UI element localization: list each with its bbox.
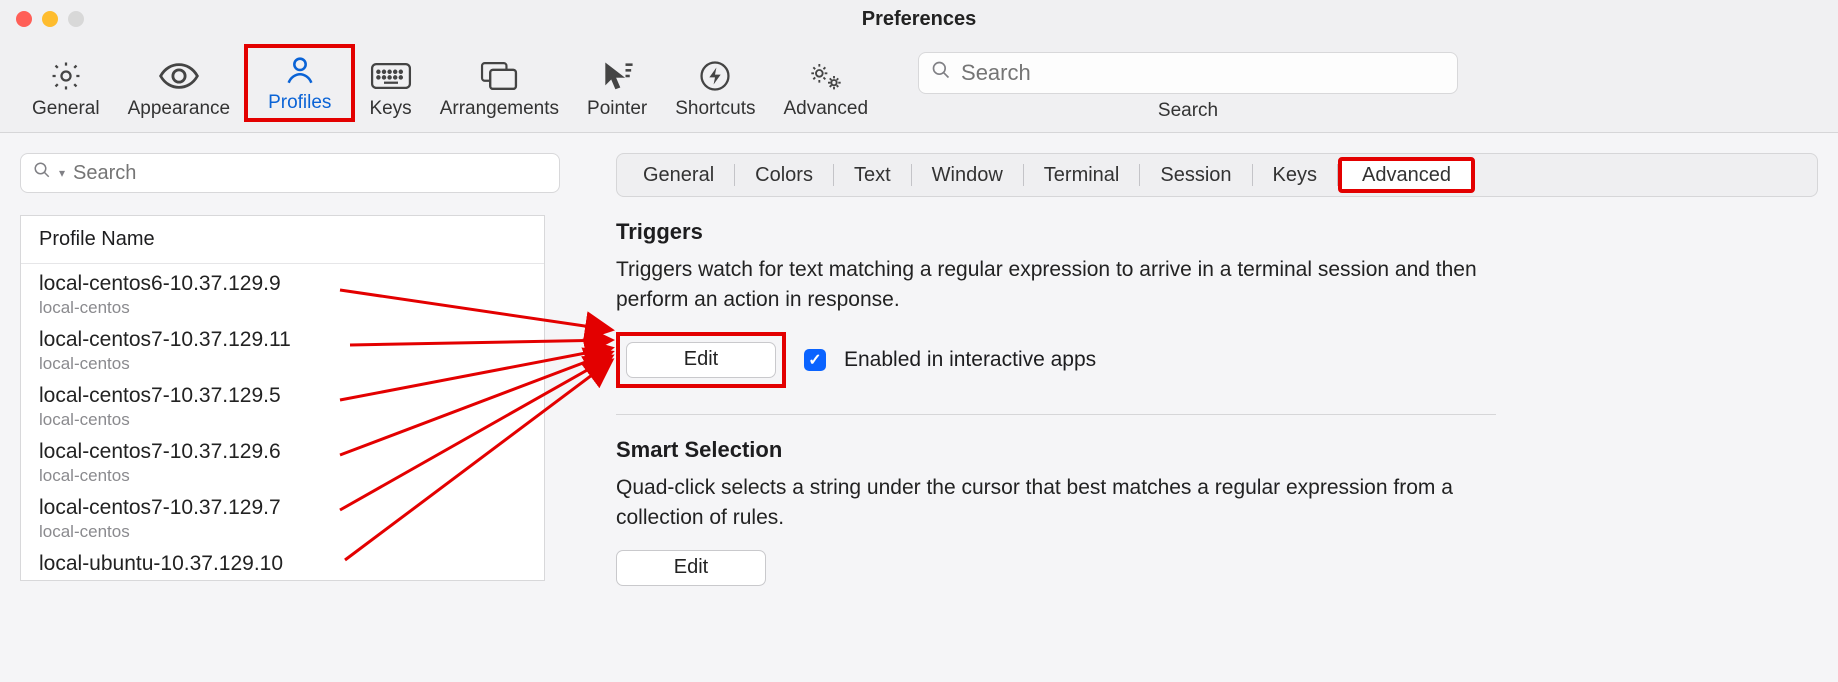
toolbar: General Appearance Profiles Keys Arrange… xyxy=(0,38,1838,133)
tab-appearance[interactable]: Appearance xyxy=(114,54,244,122)
close-window-button[interactable] xyxy=(16,11,32,27)
search-icon xyxy=(33,161,51,185)
gears-icon xyxy=(806,58,846,94)
smart-title: Smart Selection xyxy=(616,437,1818,463)
profile-name: local-centos7-10.37.129.6 xyxy=(39,440,526,464)
window-title: Preferences xyxy=(0,8,1838,31)
tab-label: Pointer xyxy=(587,98,647,120)
search-icon xyxy=(931,60,951,86)
windows-icon xyxy=(480,58,518,94)
profile-tag: local-centos xyxy=(39,298,526,318)
chevron-down-icon[interactable]: ▾ xyxy=(59,166,65,180)
triggers-desc: Triggers watch for text matching a regul… xyxy=(616,255,1496,316)
profile-name: local-centos7-10.37.129.5 xyxy=(39,384,526,408)
zoom-window-button[interactable] xyxy=(68,11,84,27)
window-controls xyxy=(16,11,84,27)
tab-label: Appearance xyxy=(128,98,230,120)
edit-button-highlight: Edit xyxy=(616,332,786,388)
subtab-session[interactable]: Session xyxy=(1140,157,1251,193)
tab-advanced[interactable]: Advanced xyxy=(770,54,883,122)
subtab-text[interactable]: Text xyxy=(834,157,911,193)
triggers-edit-button[interactable]: Edit xyxy=(626,342,776,378)
profile-search-input[interactable] xyxy=(73,162,547,185)
person-icon xyxy=(283,52,317,88)
subtab-colors[interactable]: Colors xyxy=(735,157,833,193)
tab-label: Shortcuts xyxy=(675,98,755,120)
table-row[interactable]: local-centos7-10.37.129.5 local-centos xyxy=(21,376,544,432)
toolbar-search-input[interactable] xyxy=(961,60,1445,86)
toolbar-search-wrap: Search xyxy=(918,52,1458,122)
tab-shortcuts[interactable]: Shortcuts xyxy=(661,54,769,122)
subtab-advanced[interactable]: Advanced xyxy=(1338,157,1475,193)
tab-profiles-highlight: Profiles xyxy=(244,44,355,122)
pointer-icon xyxy=(599,58,635,94)
table-row[interactable]: local-ubuntu-10.37.129.10 xyxy=(21,544,544,580)
toolbar-search-field[interactable] xyxy=(918,52,1458,94)
subtab-window[interactable]: Window xyxy=(912,157,1023,193)
profile-tag: local-centos xyxy=(39,522,526,542)
profile-name: local-centos7-10.37.129.11 xyxy=(39,328,526,352)
profile-name: local-ubuntu-10.37.129.10 xyxy=(39,552,526,576)
divider xyxy=(616,414,1496,415)
profile-name: local-centos6-10.37.129.9 xyxy=(39,272,526,296)
table-row[interactable]: local-centos7-10.37.129.11 local-centos xyxy=(21,320,544,376)
table-row[interactable]: local-centos7-10.37.129.7 local-centos xyxy=(21,488,544,544)
profile-tag: local-centos xyxy=(39,354,526,374)
profile-name: local-centos7-10.37.129.7 xyxy=(39,496,526,520)
gear-icon xyxy=(49,58,83,94)
tab-profiles[interactable]: Profiles xyxy=(258,52,341,114)
tab-general[interactable]: General xyxy=(18,54,114,122)
tab-label: General xyxy=(32,98,100,120)
subtab-general[interactable]: General xyxy=(623,157,734,193)
right-panel: General Colors Text Window Terminal Sess… xyxy=(570,133,1838,675)
subtab-terminal[interactable]: Terminal xyxy=(1024,157,1140,193)
tab-arrangements[interactable]: Arrangements xyxy=(426,54,573,122)
triggers-title: Triggers xyxy=(616,219,1818,245)
profile-subtabs: General Colors Text Window Terminal Sess… xyxy=(616,153,1818,197)
bolt-icon xyxy=(698,58,732,94)
tab-pointer[interactable]: Pointer xyxy=(573,54,661,122)
left-panel: ▾ Profile Name local-centos6-10.37.129.9… xyxy=(0,133,570,675)
eye-icon xyxy=(158,58,200,94)
tab-label: Keys xyxy=(369,98,411,120)
tab-label: Arrangements xyxy=(440,98,559,120)
smart-edit-button[interactable]: Edit xyxy=(616,550,766,586)
minimize-window-button[interactable] xyxy=(42,11,58,27)
smart-desc: Quad-click selects a string under the cu… xyxy=(616,473,1496,534)
toolbar-search-label: Search xyxy=(1158,100,1218,122)
profile-tag: local-centos xyxy=(39,466,526,486)
tab-label: Advanced xyxy=(784,98,869,120)
profile-tag: local-centos xyxy=(39,410,526,430)
profile-table: Profile Name local-centos6-10.37.129.9 l… xyxy=(20,215,545,581)
titlebar: Preferences xyxy=(0,0,1838,38)
subtab-keys[interactable]: Keys xyxy=(1253,157,1337,193)
interactive-apps-checkbox[interactable]: ✓ xyxy=(804,349,826,371)
keyboard-icon xyxy=(370,58,412,94)
tab-keys[interactable]: Keys xyxy=(355,54,425,122)
tab-label: Profiles xyxy=(268,92,331,114)
profile-table-header: Profile Name xyxy=(21,216,544,264)
interactive-apps-label: Enabled in interactive apps xyxy=(844,348,1096,372)
table-row[interactable]: local-centos7-10.37.129.6 local-centos xyxy=(21,432,544,488)
main-area: ▾ Profile Name local-centos6-10.37.129.9… xyxy=(0,133,1838,675)
profile-search-field[interactable]: ▾ xyxy=(20,153,560,193)
table-row[interactable]: local-centos6-10.37.129.9 local-centos xyxy=(21,264,544,320)
